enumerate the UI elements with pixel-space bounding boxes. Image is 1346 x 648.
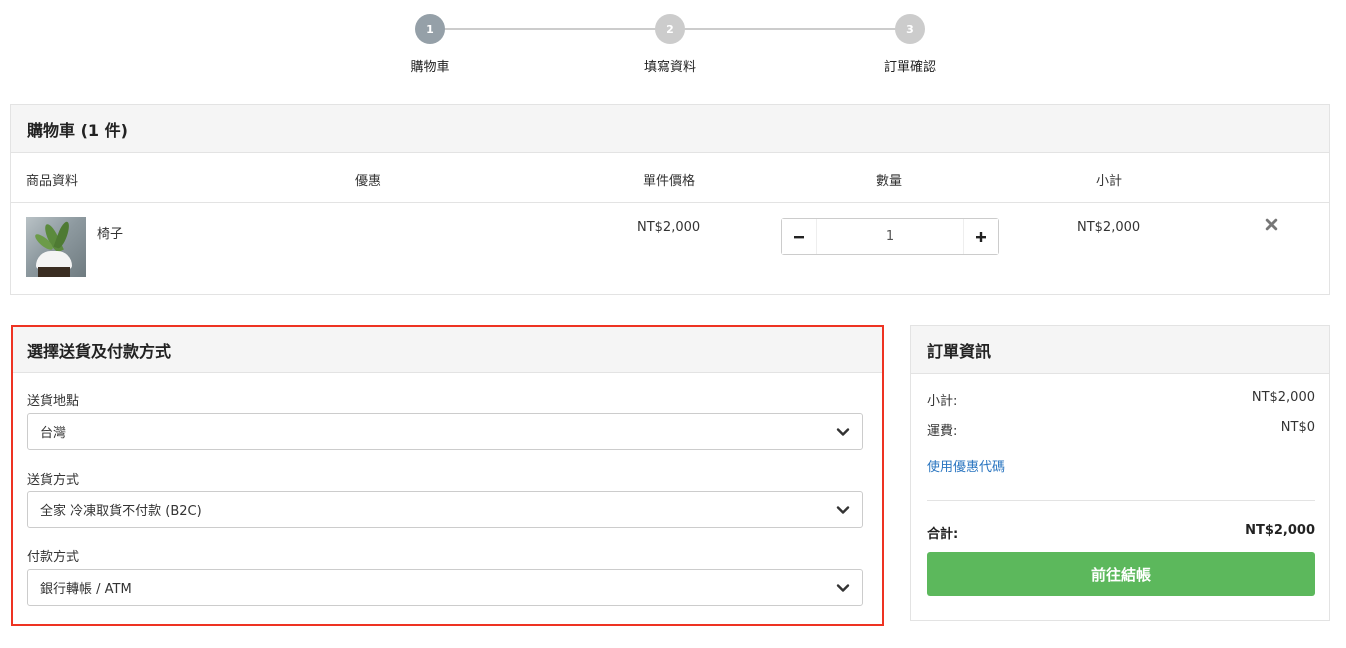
step-connector	[670, 28, 910, 30]
chevron-down-icon	[836, 428, 850, 436]
order-title: 訂單資訊	[911, 326, 1329, 374]
checkout-steps: 1 2 3 購物車 填寫資料 訂單確認	[0, 0, 1346, 90]
col-subtotal: 小計	[1096, 174, 1123, 189]
remove-item-button[interactable]	[1265, 215, 1278, 236]
step-3-circle: 3	[895, 14, 925, 44]
order-shipping-row: 運費: NT$0	[927, 420, 1315, 439]
step-3-label: 訂單確認	[883, 60, 936, 75]
checkout-button[interactable]: 前往結帳	[927, 552, 1315, 596]
shipping-method-value: 全家 冷凍取貨不付款 (B2C)	[40, 504, 202, 519]
order-divider	[927, 500, 1315, 501]
order-total-row: 合計: NT$2,000	[927, 523, 1315, 542]
shipping-location-select[interactable]: 台灣	[27, 413, 863, 450]
col-quantity: 數量	[876, 174, 903, 189]
chair-product-image[interactable]	[26, 217, 86, 277]
shipping-method-label: 送貨方式	[27, 473, 80, 488]
order-subtotal-label: 小計:	[927, 394, 958, 409]
order-shipping-label: 運費:	[927, 424, 958, 439]
shipping-method-select[interactable]: 全家 冷凍取貨不付款 (B2C)	[27, 491, 863, 528]
shipping-location-label: 送貨地點	[27, 394, 80, 409]
use-coupon-link[interactable]: 使用優惠代碼	[927, 456, 1005, 475]
chevron-down-icon	[836, 506, 850, 514]
col-unit-price: 單件價格	[643, 174, 696, 189]
col-discount: 優惠	[355, 174, 382, 189]
order-shipping-value: NT$0	[1280, 420, 1315, 435]
cart-title: 購物車 (1 件)	[11, 105, 1329, 153]
order-subtotal-value: NT$2,000	[1251, 390, 1315, 405]
payment-method-select[interactable]: 銀行轉帳 / ATM	[27, 569, 863, 606]
step-2-circle: 2	[655, 14, 685, 44]
quantity-input[interactable]: 1	[816, 219, 964, 254]
decrease-quantity-button[interactable]	[782, 219, 816, 254]
payment-method-label: 付款方式	[27, 550, 80, 565]
order-subtotal-row: 小計: NT$2,000	[927, 390, 1315, 409]
step-1-circle: 1	[415, 14, 445, 44]
plus-icon	[976, 231, 986, 242]
item-subtotal: NT$2,000	[1077, 220, 1141, 235]
increase-quantity-button[interactable]	[964, 219, 998, 254]
col-product: 商品資料	[26, 174, 79, 189]
shipping-payment-panel: 選擇送貨及付款方式 送貨地點 台灣 送貨方式 全家 冷凍取貨不付款 (B2C) …	[13, 327, 882, 624]
cart-column-headers: 商品資料 優惠 單件價格 數量 小計	[11, 153, 1329, 203]
step-connector	[430, 28, 670, 30]
shipping-title: 選擇送貨及付款方式	[13, 327, 882, 373]
chevron-down-icon	[836, 584, 850, 592]
product-name[interactable]: 椅子	[97, 223, 123, 242]
unit-price: NT$2,000	[637, 220, 701, 235]
cart-item-row: 椅子 NT$2,000 1 NT$2,000	[11, 203, 1329, 293]
shipping-location-value: 台灣	[40, 426, 67, 441]
cart-panel: 購物車 (1 件) 商品資料 優惠 單件價格 數量 小計 椅子 NT$2,000…	[10, 104, 1330, 295]
step-1-label: 購物車	[410, 60, 450, 75]
order-summary-panel: 訂單資訊 小計: NT$2,000 運費: NT$0 使用優惠代碼 合計: NT…	[910, 325, 1330, 621]
minus-icon	[794, 235, 804, 238]
close-icon	[1265, 218, 1278, 231]
quantity-stepper: 1	[781, 218, 999, 255]
order-total-value: NT$2,000	[1245, 523, 1315, 538]
step-2-label: 填寫資料	[643, 60, 696, 75]
payment-method-value: 銀行轉帳 / ATM	[40, 582, 132, 597]
order-total-label: 合計:	[927, 527, 959, 542]
